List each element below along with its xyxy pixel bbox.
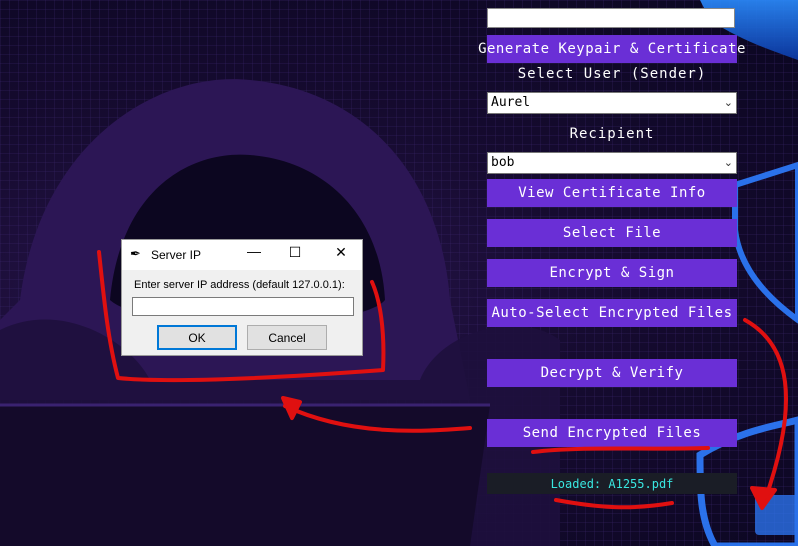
auto-select-encrypted-button[interactable]: Auto-Select Encrypted Files [487,299,737,327]
decrypt-verify-button[interactable]: Decrypt & Verify [487,359,737,387]
encrypt-sign-button[interactable]: Encrypt & Sign [487,259,737,287]
generate-keypair-button[interactable]: Generate Keypair & Certificate [478,35,745,63]
send-encrypted-button[interactable]: Send Encrypted Files [487,419,737,447]
ok-button[interactable]: OK [157,325,237,350]
recipient-label: Recipient [569,126,655,142]
close-icon[interactable]: ✕ [331,244,351,261]
server-ip-dialog: ✒ Server IP — ☐ ✕ Enter server IP addres… [121,239,363,356]
status-label: Loaded: A1255.pdf [487,473,737,494]
cancel-button[interactable]: Cancel [247,325,327,350]
dialog-prompt: Enter server IP address (default 127.0.0… [134,279,345,291]
maximize-icon[interactable]: ☐ [285,244,305,261]
view-certificate-button[interactable]: View Certificate Info [487,179,737,207]
sender-user-select[interactable]: Aurel ⌄ [487,92,737,114]
sender-user-value: Aurel [491,95,531,110]
laptop [0,405,490,546]
dialog-title: Server IP [151,248,202,262]
feather-icon: ✒ [130,246,141,261]
recipient-value: bob [491,155,515,170]
key-name-entry[interactable] [487,8,735,28]
chevron-down-icon[interactable]: ⌄ [724,93,733,113]
recipient-select[interactable]: bob ⌄ [487,152,737,174]
minimize-icon[interactable]: — [244,243,264,259]
dialog-titlebar[interactable]: ✒ Server IP — ☐ ✕ [122,240,362,270]
server-ip-input[interactable] [132,297,354,316]
select-user-label: Select User (Sender) [517,66,707,82]
select-file-button[interactable]: Select File [487,219,737,247]
chevron-down-icon[interactable]: ⌄ [724,153,733,173]
